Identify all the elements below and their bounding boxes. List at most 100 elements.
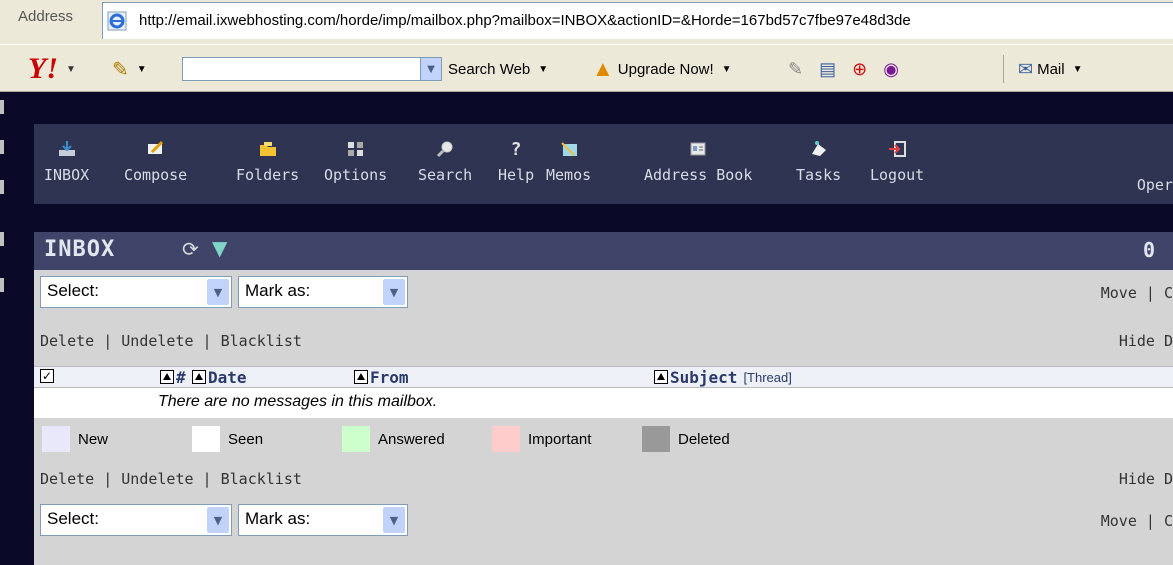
legend-answered: Answered (342, 426, 445, 452)
thread-link[interactable]: [Thread] (743, 370, 791, 385)
nav-label: Address Book (644, 166, 753, 184)
gutter-artifact (0, 232, 4, 246)
mail-label: Mail (1037, 60, 1065, 78)
sort-number-column[interactable]: # (160, 367, 186, 387)
undelete-link[interactable]: Undelete (121, 470, 193, 488)
gutter-artifact (0, 278, 4, 292)
blacklist-link[interactable]: Blacklist (221, 332, 302, 350)
music-icon[interactable]: ◉ (883, 59, 899, 80)
actions-bottom: Delete | Undelete | Blacklist (40, 470, 302, 488)
folders-icon (255, 138, 281, 160)
options-icon (343, 138, 369, 160)
select-dropdown-bottom[interactable]: Select: ▼ (40, 504, 232, 536)
mailbox-title: INBOX (44, 237, 116, 262)
search-web-label: Search Web (448, 60, 531, 78)
select-dropdown-top[interactable]: Select: ▼ (40, 276, 232, 308)
delete-link[interactable]: Delete (40, 332, 94, 350)
yahoo-logo-button[interactable]: Y! ▼ (28, 45, 76, 93)
legend-seen: Seen (192, 426, 263, 452)
move-copy-links-top[interactable]: Move | C (1101, 284, 1173, 302)
empty-message: There are no messages in this mailbox. (158, 393, 438, 410)
legend-new: New (42, 426, 108, 452)
yahoo-logo-icon: Y! (28, 52, 58, 85)
sort-from-column[interactable]: From (354, 367, 409, 387)
memos-icon (556, 138, 582, 160)
mailbox-header: INBOX ⟳ ▼ 0 (34, 232, 1173, 270)
legend-swatch (42, 426, 70, 452)
hide-deleted-link-bottom[interactable]: Hide D (1119, 470, 1173, 488)
legend-label: Important (528, 430, 592, 448)
nav-folders[interactable]: Folders (236, 138, 299, 184)
blacklist-link[interactable]: Blacklist (221, 470, 302, 488)
dropdown-arrow-icon: ▼ (1072, 63, 1083, 75)
separator: | (94, 332, 122, 350)
highlight-pen-icon[interactable]: ✎ (788, 59, 803, 80)
mark-as-dropdown-top[interactable]: Mark as: ▼ (238, 276, 408, 308)
move-copy-links-bottom[interactable]: Move | C (1101, 512, 1173, 530)
legend-label: Answered (378, 430, 445, 448)
nav-logout[interactable]: Logout (870, 138, 924, 184)
sort-subject-column[interactable]: Subject [Thread] (654, 367, 792, 387)
warning-icon: ▲ (592, 56, 614, 81)
sort-arrow-icon (160, 370, 174, 384)
nav-open-link[interactable]: Oper (1137, 176, 1173, 194)
nav-label: Search (418, 166, 473, 184)
chevron-down-icon[interactable]: ▼ (207, 507, 229, 533)
toolbar-divider (1003, 55, 1004, 83)
search-web-button[interactable]: Search Web ▼ (448, 45, 548, 93)
gutter-artifact (0, 140, 4, 154)
chevron-down-icon[interactable]: ▼ (207, 279, 229, 305)
nav-compose[interactable]: Compose (124, 138, 187, 184)
toolbar-search-input[interactable]: ▼ (182, 57, 442, 81)
message-list-header: ✓ # Date From Subject [Thread] (34, 366, 1173, 388)
logout-icon (884, 138, 910, 160)
select-all-checkbox[interactable]: ✓ (40, 369, 54, 383)
nav-label: Logout (870, 166, 925, 184)
delete-link[interactable]: Delete (40, 470, 94, 488)
layout-icon[interactable]: ▤ (819, 59, 836, 80)
nav-search[interactable]: Search (418, 138, 472, 184)
nav-label: Options (324, 166, 388, 184)
address-field[interactable]: http://email.ixwebhosting.com/horde/imp/… (102, 2, 1173, 39)
yahoo-toolbar: Y! ▼ ✎ ▼ ▼ Search Web ▼ ▲ Upgrade Now! ▼ ✎ ▤ … (0, 44, 1173, 92)
select-value: Select: (47, 281, 99, 300)
pencil-menu-button[interactable]: ✎ ▼ (112, 45, 147, 93)
column-label: # (176, 367, 186, 387)
separator: | (193, 332, 221, 350)
mark-as-value: Mark as: (245, 509, 311, 528)
chevron-down-icon[interactable]: ▼ (420, 58, 441, 80)
sort-arrow-icon (192, 370, 206, 384)
legend-label: New (78, 430, 109, 448)
nav-tasks[interactable]: Tasks (796, 138, 841, 184)
nav-options[interactable]: Options (324, 138, 387, 184)
mail-button[interactable]: ✉ Mail ▼ (1018, 45, 1083, 93)
nav-label: Folders (236, 166, 300, 184)
nav-label: INBOX (44, 166, 90, 184)
mark-as-dropdown-bottom[interactable]: Mark as: ▼ (238, 504, 408, 536)
filter-icon[interactable]: ▼ (212, 236, 227, 260)
sort-date-column[interactable]: Date (192, 367, 247, 387)
gutter-artifact (0, 180, 4, 194)
gutter-artifact (0, 100, 4, 114)
address-bar-row: Address http://email.ixwebhosting.com/ho… (0, 0, 1173, 44)
refresh-icon[interactable]: ⟳ (182, 237, 199, 261)
nav-inbox[interactable]: INBOX (44, 138, 89, 184)
upgrade-now-button[interactable]: ▲ Upgrade Now! ▼ (592, 45, 732, 93)
envelope-icon: ✉ (1018, 58, 1034, 79)
target-icon[interactable]: ⊕ (852, 59, 867, 80)
legend-swatch (492, 426, 520, 452)
inbox-icon (54, 138, 80, 160)
main-navigation: INBOX Compose Folders Options Search ? H… (34, 124, 1173, 204)
legend-swatch (192, 426, 220, 452)
nav-help[interactable]: ? Help (498, 138, 534, 185)
chevron-down-icon[interactable]: ▼ (383, 507, 405, 533)
nav-memos[interactable]: Memos (546, 138, 591, 184)
nav-address-book[interactable]: Address Book (644, 138, 752, 184)
dropdown-arrow-icon: ▼ (538, 63, 549, 75)
nav-label: Compose (124, 166, 188, 184)
chevron-down-icon[interactable]: ▼ (383, 279, 405, 305)
address-label: Address (18, 8, 74, 25)
hide-deleted-link-top[interactable]: Hide D (1119, 332, 1173, 350)
undelete-link[interactable]: Undelete (121, 332, 193, 350)
column-label: Subject (670, 367, 738, 387)
